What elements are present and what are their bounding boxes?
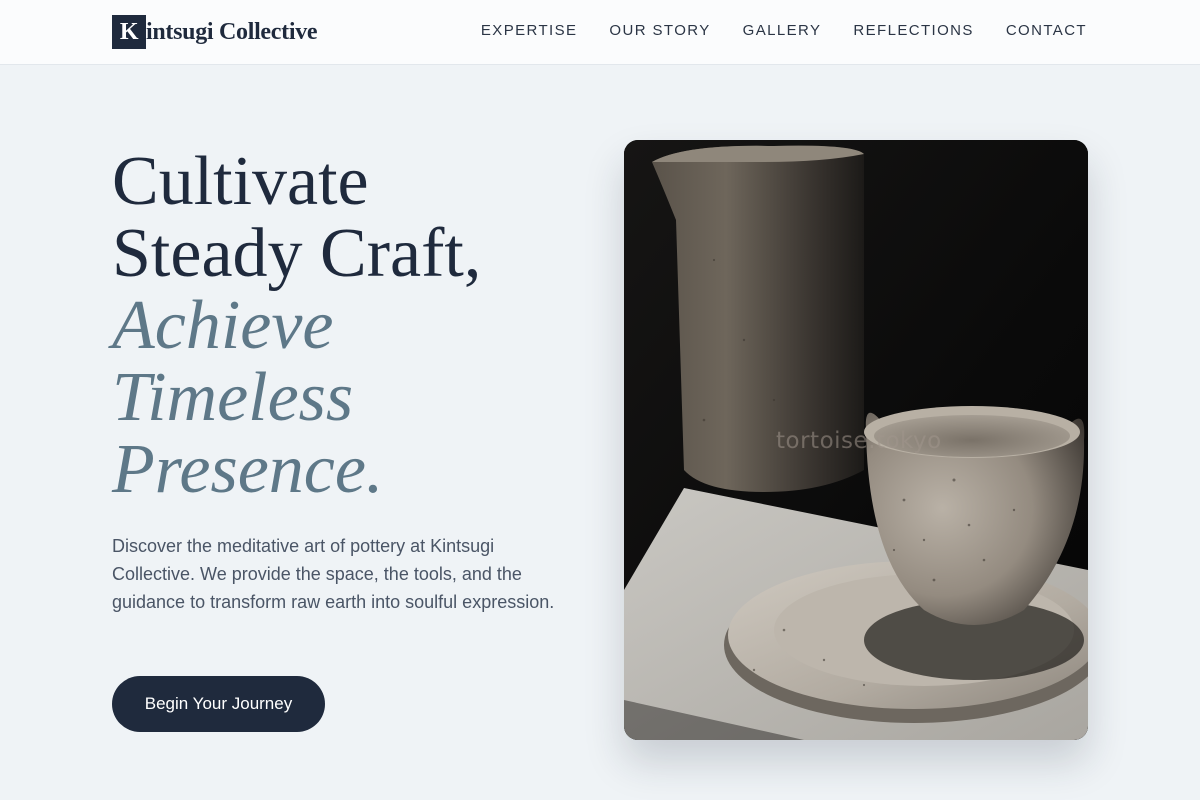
hero-headline: Cultivate Steady Craft, Achieve Timeless… [112, 146, 592, 506]
nav-link-gallery[interactable]: GALLERY [743, 22, 822, 39]
nav-link-reflections[interactable]: REFLECTIONS [853, 22, 973, 39]
brand-logo[interactable]: Kintsugi Collective [112, 15, 318, 49]
headline-line: Cultivate [112, 143, 369, 220]
nav-link-contact[interactable]: CONTACT [1006, 22, 1087, 39]
main-nav: EXPERTISE OUR STORY GALLERY REFLECTIONS … [481, 22, 1087, 39]
nav-link-our-story[interactable]: OUR STORY [609, 22, 710, 39]
brand-name: intsugi Collective [146, 18, 318, 45]
hero-description: Discover the meditative art of pottery a… [112, 536, 555, 612]
image-watermark: tortoise.tokyo [776, 428, 942, 454]
headline-accent-line: Presence. [112, 431, 384, 508]
headline-line: Steady Craft, [112, 215, 482, 292]
headline-accent-line: Achieve [112, 287, 334, 364]
begin-journey-button[interactable]: Begin Your Journey [112, 676, 325, 732]
k-monogram-icon: K [112, 15, 146, 49]
headline-accent-line: Timeless [112, 359, 354, 436]
site-header: Kintsugi Collective EXPERTISE OUR STORY … [0, 0, 1200, 65]
nav-link-expertise[interactable]: EXPERTISE [481, 22, 578, 39]
hero-pottery-image: tortoise.tokyo [624, 140, 1088, 740]
